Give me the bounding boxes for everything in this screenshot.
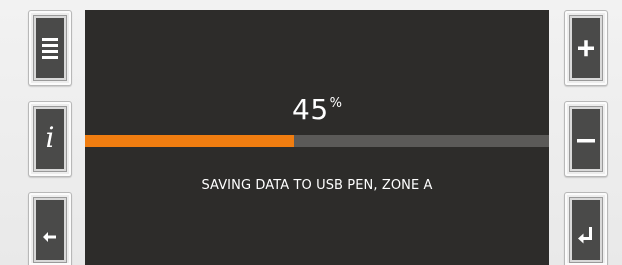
progress-bar-fill xyxy=(85,135,294,147)
minus-icon xyxy=(577,139,595,143)
enter-button-face xyxy=(570,198,602,262)
increase-button-face xyxy=(570,16,602,80)
plus-icon xyxy=(578,40,594,57)
device-panel: i 45% SAVING DATA TO USB PEN, ZONE A xyxy=(0,0,622,265)
enter-icon xyxy=(578,227,592,244)
info-button-face: i xyxy=(34,107,66,171)
progress-percentage: 45% xyxy=(85,88,549,126)
display-screen: 45% SAVING DATA TO USB PEN, ZONE A xyxy=(85,10,549,265)
menu-button[interactable] xyxy=(28,10,72,86)
progress-value: 45 xyxy=(292,93,329,126)
arrow-left-icon xyxy=(43,232,56,242)
progress-unit: % xyxy=(329,96,342,111)
back-button[interactable] xyxy=(28,192,72,265)
increase-button[interactable] xyxy=(564,10,608,86)
enter-button[interactable] xyxy=(564,192,608,265)
back-button-face xyxy=(34,198,66,262)
info-icon: i xyxy=(45,121,55,154)
menu-icon xyxy=(42,38,58,59)
menu-button-face xyxy=(34,16,66,80)
decrease-button[interactable] xyxy=(564,101,608,177)
status-message: SAVING DATA TO USB PEN, ZONE A xyxy=(201,178,433,193)
progress-bar xyxy=(85,135,549,147)
decrease-button-face xyxy=(570,107,602,171)
info-button[interactable]: i xyxy=(28,101,72,177)
